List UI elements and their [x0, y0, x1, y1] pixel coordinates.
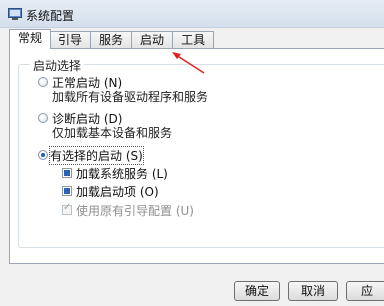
use-original-boot-config-label[interactable]: 使用原有引导配置 (U) — [76, 202, 194, 219]
selective-startup-radio[interactable] — [38, 150, 48, 160]
tab-strip: 常规 引导 服务 启动 工具 — [9, 29, 215, 49]
load-startup-items-checkbox[interactable] — [62, 186, 72, 196]
diagnostic-startup-description: 仅加载基本设备和服务 — [52, 126, 173, 140]
system-config-app-icon — [8, 8, 22, 20]
cancel-button[interactable]: 取消 — [288, 281, 338, 301]
load-startup-items-label[interactable]: 加载启动项 (O) — [76, 183, 159, 200]
tab-boot[interactable]: 引导 — [50, 31, 92, 49]
window-title: 系统配置 — [26, 9, 75, 23]
diagnostic-startup-radio[interactable] — [38, 113, 48, 123]
normal-startup-description: 加载所有设备驱动程序和服务 — [52, 90, 209, 104]
use-original-boot-config-checkbox[interactable] — [62, 202, 72, 215]
apply-button[interactable]: 应 — [346, 281, 384, 301]
ok-button[interactable]: 确定 — [234, 281, 280, 301]
load-system-services-checkbox[interactable] — [62, 168, 72, 178]
startup-selection-title: 启动选择 — [30, 57, 85, 74]
tab-startup[interactable]: 启动 — [132, 31, 174, 49]
tab-general[interactable]: 常规 — [9, 29, 52, 49]
system-configuration-window: 系统配置 常规 引导 服务 启动 工具 启动选择 正常启动 (N) 加载所有设备… — [0, 0, 384, 306]
tab-tools[interactable]: 工具 — [173, 31, 215, 49]
tab-services[interactable]: 服务 — [91, 31, 133, 49]
normal-startup-radio[interactable] — [38, 77, 48, 87]
title-bar: 系统配置 — [0, 0, 384, 28]
selective-startup-label[interactable]: 有选择的启动 (S) — [49, 146, 144, 165]
load-system-services-label[interactable]: 加载系统服务 (L) — [76, 165, 168, 182]
